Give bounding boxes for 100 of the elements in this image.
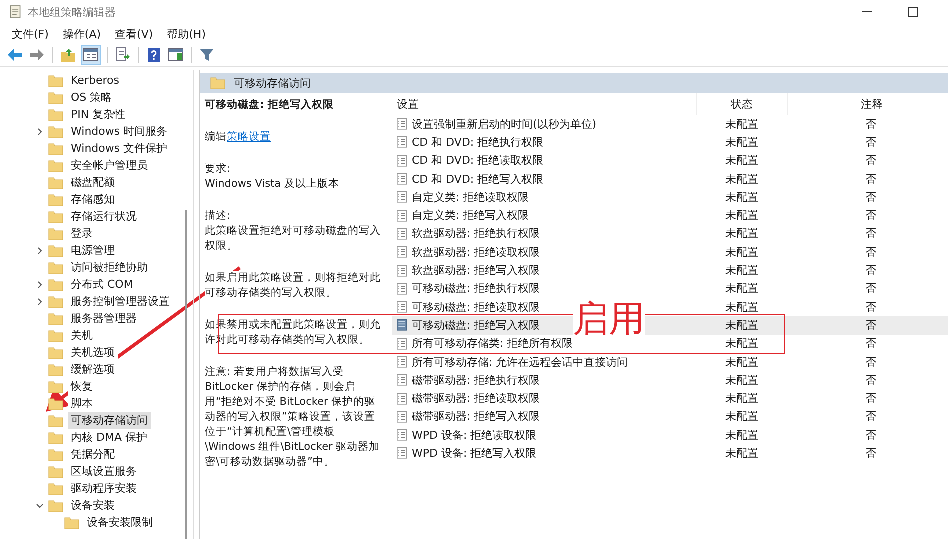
folder-icon [48, 176, 64, 190]
comment-cell-text: 否 [864, 300, 878, 315]
setting-name[interactable]: CD 和 DVD: 拒绝读取权限 [412, 153, 544, 168]
setting-name[interactable]: 可移动磁盘: 拒绝写入权限 [412, 318, 540, 333]
folder-icon [48, 142, 64, 156]
folder-icon [48, 90, 64, 104]
setting-name[interactable]: CD 和 DVD: 拒绝写入权限 [412, 172, 544, 187]
policy-icon [397, 118, 407, 130]
setting-name[interactable]: CD 和 DVD: 拒绝执行权限 [412, 134, 544, 150]
expand-chevron-icon[interactable] [36, 280, 44, 288]
comment-cell-text: 否 [864, 153, 878, 168]
comment-cell-text: 否 [864, 134, 878, 150]
comment-cell-text: 否 [864, 281, 878, 296]
export-list-icon[interactable] [114, 46, 132, 64]
folder-icon [48, 294, 64, 308]
app-icon [10, 5, 22, 19]
policy-icon [397, 136, 407, 148]
folder-icon [48, 192, 64, 206]
policy-icon [397, 264, 407, 277]
menu-item[interactable]: 文件(F) [12, 26, 49, 42]
forward-arrow-icon[interactable] [28, 46, 46, 64]
state-cell-text: 未配置 [724, 134, 760, 150]
setting-name[interactable]: WPD 设备: 拒绝写入权限 [412, 446, 537, 461]
column-header[interactable]: 注释 [788, 93, 948, 115]
state-cell-text: 未配置 [724, 281, 760, 296]
folder-icon [48, 464, 64, 478]
folder-icon [210, 76, 226, 90]
setting-name[interactable]: 自定义类: 拒绝读取权限 [412, 190, 530, 205]
comment-cell-text: 否 [864, 116, 878, 132]
setting-name[interactable]: 可移动磁盘: 拒绝读取权限 [412, 300, 540, 315]
policy-icon [397, 374, 407, 386]
menu-item[interactable]: 操作(A) [62, 26, 102, 42]
setting-name[interactable]: 软盘驱动器: 拒绝读取权限 [412, 244, 540, 260]
state-cell-text: 未配置 [724, 372, 760, 388]
column-header[interactable]: 状态 [697, 93, 788, 115]
folder-icon [64, 516, 80, 530]
help-icon[interactable] [145, 46, 163, 64]
setting-name[interactable]: 软盘驱动器: 拒绝执行权限 [412, 226, 540, 242]
setting-name[interactable]: 设置强制重新启动的时间(以秒为单位) [412, 116, 597, 132]
scrollbar-thumb[interactable] [185, 210, 187, 539]
maximize-icon[interactable] [908, 7, 918, 17]
pane-toggle-icon[interactable] [81, 45, 101, 65]
policy-icon [397, 154, 407, 167]
folder-icon [48, 328, 64, 342]
setting-name[interactable]: 所有可移动存储: 允许在远程会话中直接访问 [412, 354, 628, 370]
state-cell-text: 未配置 [724, 244, 760, 260]
policy-icon [397, 246, 407, 258]
state-cell-text: 未配置 [724, 354, 760, 370]
folder-icon [48, 278, 64, 292]
state-cell-text: 未配置 [724, 428, 760, 443]
setting-name[interactable]: 磁带驱动器: 拒绝执行权限 [412, 372, 540, 388]
policy-icon [397, 282, 407, 295]
description-text: 如果启用此策略设置，则将拒绝对此可移动存储类的写入权限。 [205, 271, 383, 301]
comment-cell-text: 否 [864, 263, 878, 278]
folder-icon [48, 74, 64, 88]
policy-icon [397, 228, 407, 240]
setting-name[interactable]: 所有可移动存储类: 拒绝所有权限 [412, 336, 574, 352]
state-cell-text: 未配置 [724, 190, 760, 205]
setting-name[interactable]: 可移动磁盘: 拒绝执行权限 [412, 281, 540, 296]
folder-up-icon[interactable] [59, 46, 77, 64]
tree-item[interactable]: 缓解选项 [68, 361, 118, 378]
folder-icon [48, 448, 64, 462]
state-cell-text: 未配置 [724, 391, 760, 406]
setting-name[interactable]: 磁带驱动器: 拒绝读取权限 [412, 391, 540, 406]
details-pane-icon[interactable] [167, 46, 185, 64]
tree-item[interactable]: 可移动存储访问 [68, 412, 151, 429]
comment-cell-text: 否 [864, 409, 878, 424]
column-header[interactable]: 设置 [392, 93, 697, 115]
comment-cell-text: 否 [864, 354, 878, 370]
setting-name[interactable]: 自定义类: 拒绝写入权限 [412, 208, 530, 224]
expand-chevron-icon[interactable] [36, 128, 44, 136]
setting-name[interactable]: 软盘驱动器: 拒绝写入权限 [412, 263, 540, 278]
folder-icon [48, 210, 64, 224]
window-title: 本地组策略编辑器 [28, 4, 116, 20]
folder-icon [48, 346, 64, 360]
state-cell-text: 未配置 [724, 226, 760, 242]
menu-item[interactable]: 查看(V) [115, 26, 154, 42]
policy-icon [397, 319, 407, 332]
setting-name[interactable]: WPD 设备: 拒绝读取权限 [412, 428, 537, 443]
comment-cell-text: 否 [864, 391, 878, 406]
state-cell-text: 未配置 [724, 300, 760, 315]
setting-name[interactable]: 磁带驱动器: 拒绝写入权限 [412, 409, 540, 424]
filter-icon[interactable] [198, 46, 216, 64]
policy-icon [397, 191, 407, 204]
policy-icon [397, 210, 407, 222]
comment-cell-text: 否 [864, 446, 878, 461]
policy-icon [397, 301, 407, 314]
folder-icon [48, 226, 64, 240]
policy-settings-link[interactable]: 策略设置 [227, 131, 271, 143]
comment-cell-text: 否 [864, 318, 878, 333]
expand-chevron-icon[interactable] [36, 246, 44, 254]
state-cell-text: 未配置 [724, 263, 760, 278]
collapse-chevron-icon[interactable] [36, 502, 44, 510]
menu-item[interactable]: 帮助(H) [167, 26, 206, 42]
policy-icon [397, 392, 407, 405]
folder-icon [48, 498, 64, 512]
folder-icon [48, 380, 64, 394]
state-cell-text: 未配置 [724, 446, 760, 461]
expand-chevron-icon[interactable] [36, 298, 44, 306]
comment-cell-text: 否 [864, 244, 878, 260]
